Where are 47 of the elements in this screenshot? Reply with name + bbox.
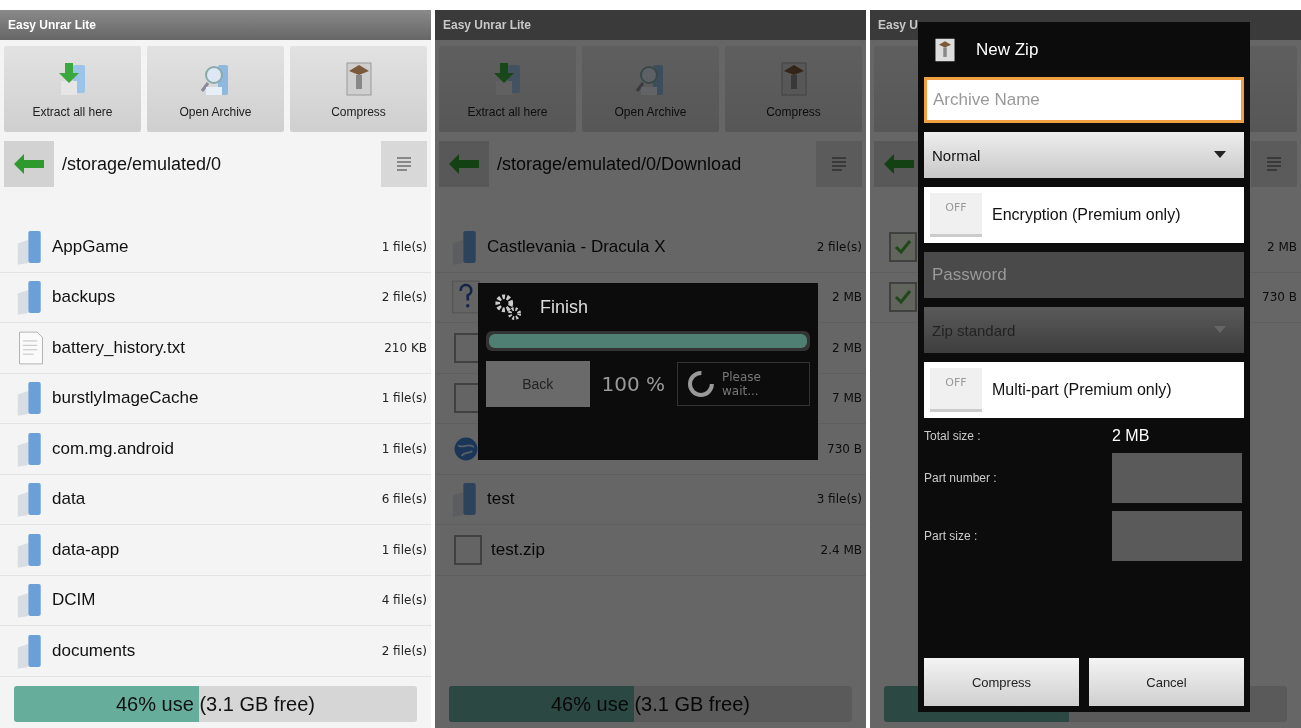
file-size: 1 file(s) bbox=[381, 441, 427, 456]
file-size: 2 file(s) bbox=[816, 239, 862, 254]
file-size: 210 KB bbox=[384, 340, 427, 355]
file-size: 6 file(s) bbox=[381, 492, 427, 507]
file-size: 1 file(s) bbox=[381, 239, 427, 254]
progress-percent: 100 % bbox=[601, 372, 666, 396]
current-path: /storage/emulated/0/Download bbox=[497, 153, 743, 175]
current-path: /storage/emulated/0 bbox=[62, 153, 223, 175]
file-name: burstlyImageCache bbox=[52, 388, 199, 409]
file-size: 2 MB bbox=[831, 340, 862, 355]
file-size: 3 file(s) bbox=[816, 492, 862, 507]
file-size: 1 file(s) bbox=[381, 391, 427, 406]
file-size: 2.4 MB bbox=[820, 542, 862, 557]
file-size: 2 file(s) bbox=[381, 290, 427, 305]
file-name: test bbox=[487, 489, 515, 510]
app-title: Easy Unrar Lite bbox=[443, 18, 532, 32]
field-label: Part size : bbox=[924, 529, 978, 543]
file-size: 730 B bbox=[1262, 290, 1297, 305]
toggle-label: Multi-part (Premium only) bbox=[992, 381, 1172, 399]
file-size: 730 B bbox=[827, 441, 862, 456]
file-name: DCIM bbox=[52, 590, 96, 611]
storage-label: 46% use (3.1 GB free) bbox=[551, 692, 750, 716]
dialog-title: Finish bbox=[540, 296, 588, 318]
file-size: 2 MB bbox=[831, 290, 862, 305]
file-name: AppGame bbox=[52, 236, 129, 257]
file-name: data-app bbox=[52, 539, 120, 560]
total-size-value: 2 MB bbox=[1112, 427, 1150, 445]
file-name: data bbox=[52, 489, 86, 510]
field-label: Part number : bbox=[924, 471, 997, 485]
file-name: test.zip bbox=[491, 539, 545, 560]
file-name: documents bbox=[52, 640, 136, 661]
app-title: Easy Unrar Lite bbox=[8, 18, 97, 32]
file-size: 4 file(s) bbox=[381, 593, 427, 608]
toggle-label: Encryption (Premium only) bbox=[992, 206, 1181, 224]
wait-text: Please wait... bbox=[722, 370, 762, 398]
file-name: battery_history.txt bbox=[52, 337, 185, 358]
app-title: Easy U bbox=[878, 18, 919, 32]
file-size: 2 MB bbox=[1266, 239, 1297, 254]
dialog-title: New Zip bbox=[976, 40, 1039, 60]
storage-label: 46% use (3.1 GB free) bbox=[116, 692, 315, 716]
file-size: 2 file(s) bbox=[381, 643, 427, 658]
file-name: backups bbox=[52, 287, 116, 308]
file-name: com.mg.android bbox=[52, 438, 174, 459]
file-name: Castlevania - Dracula X bbox=[487, 236, 666, 257]
file-size: 1 file(s) bbox=[381, 542, 427, 557]
file-size: 7 MB bbox=[831, 391, 862, 406]
field-label: Total size : bbox=[924, 429, 981, 443]
